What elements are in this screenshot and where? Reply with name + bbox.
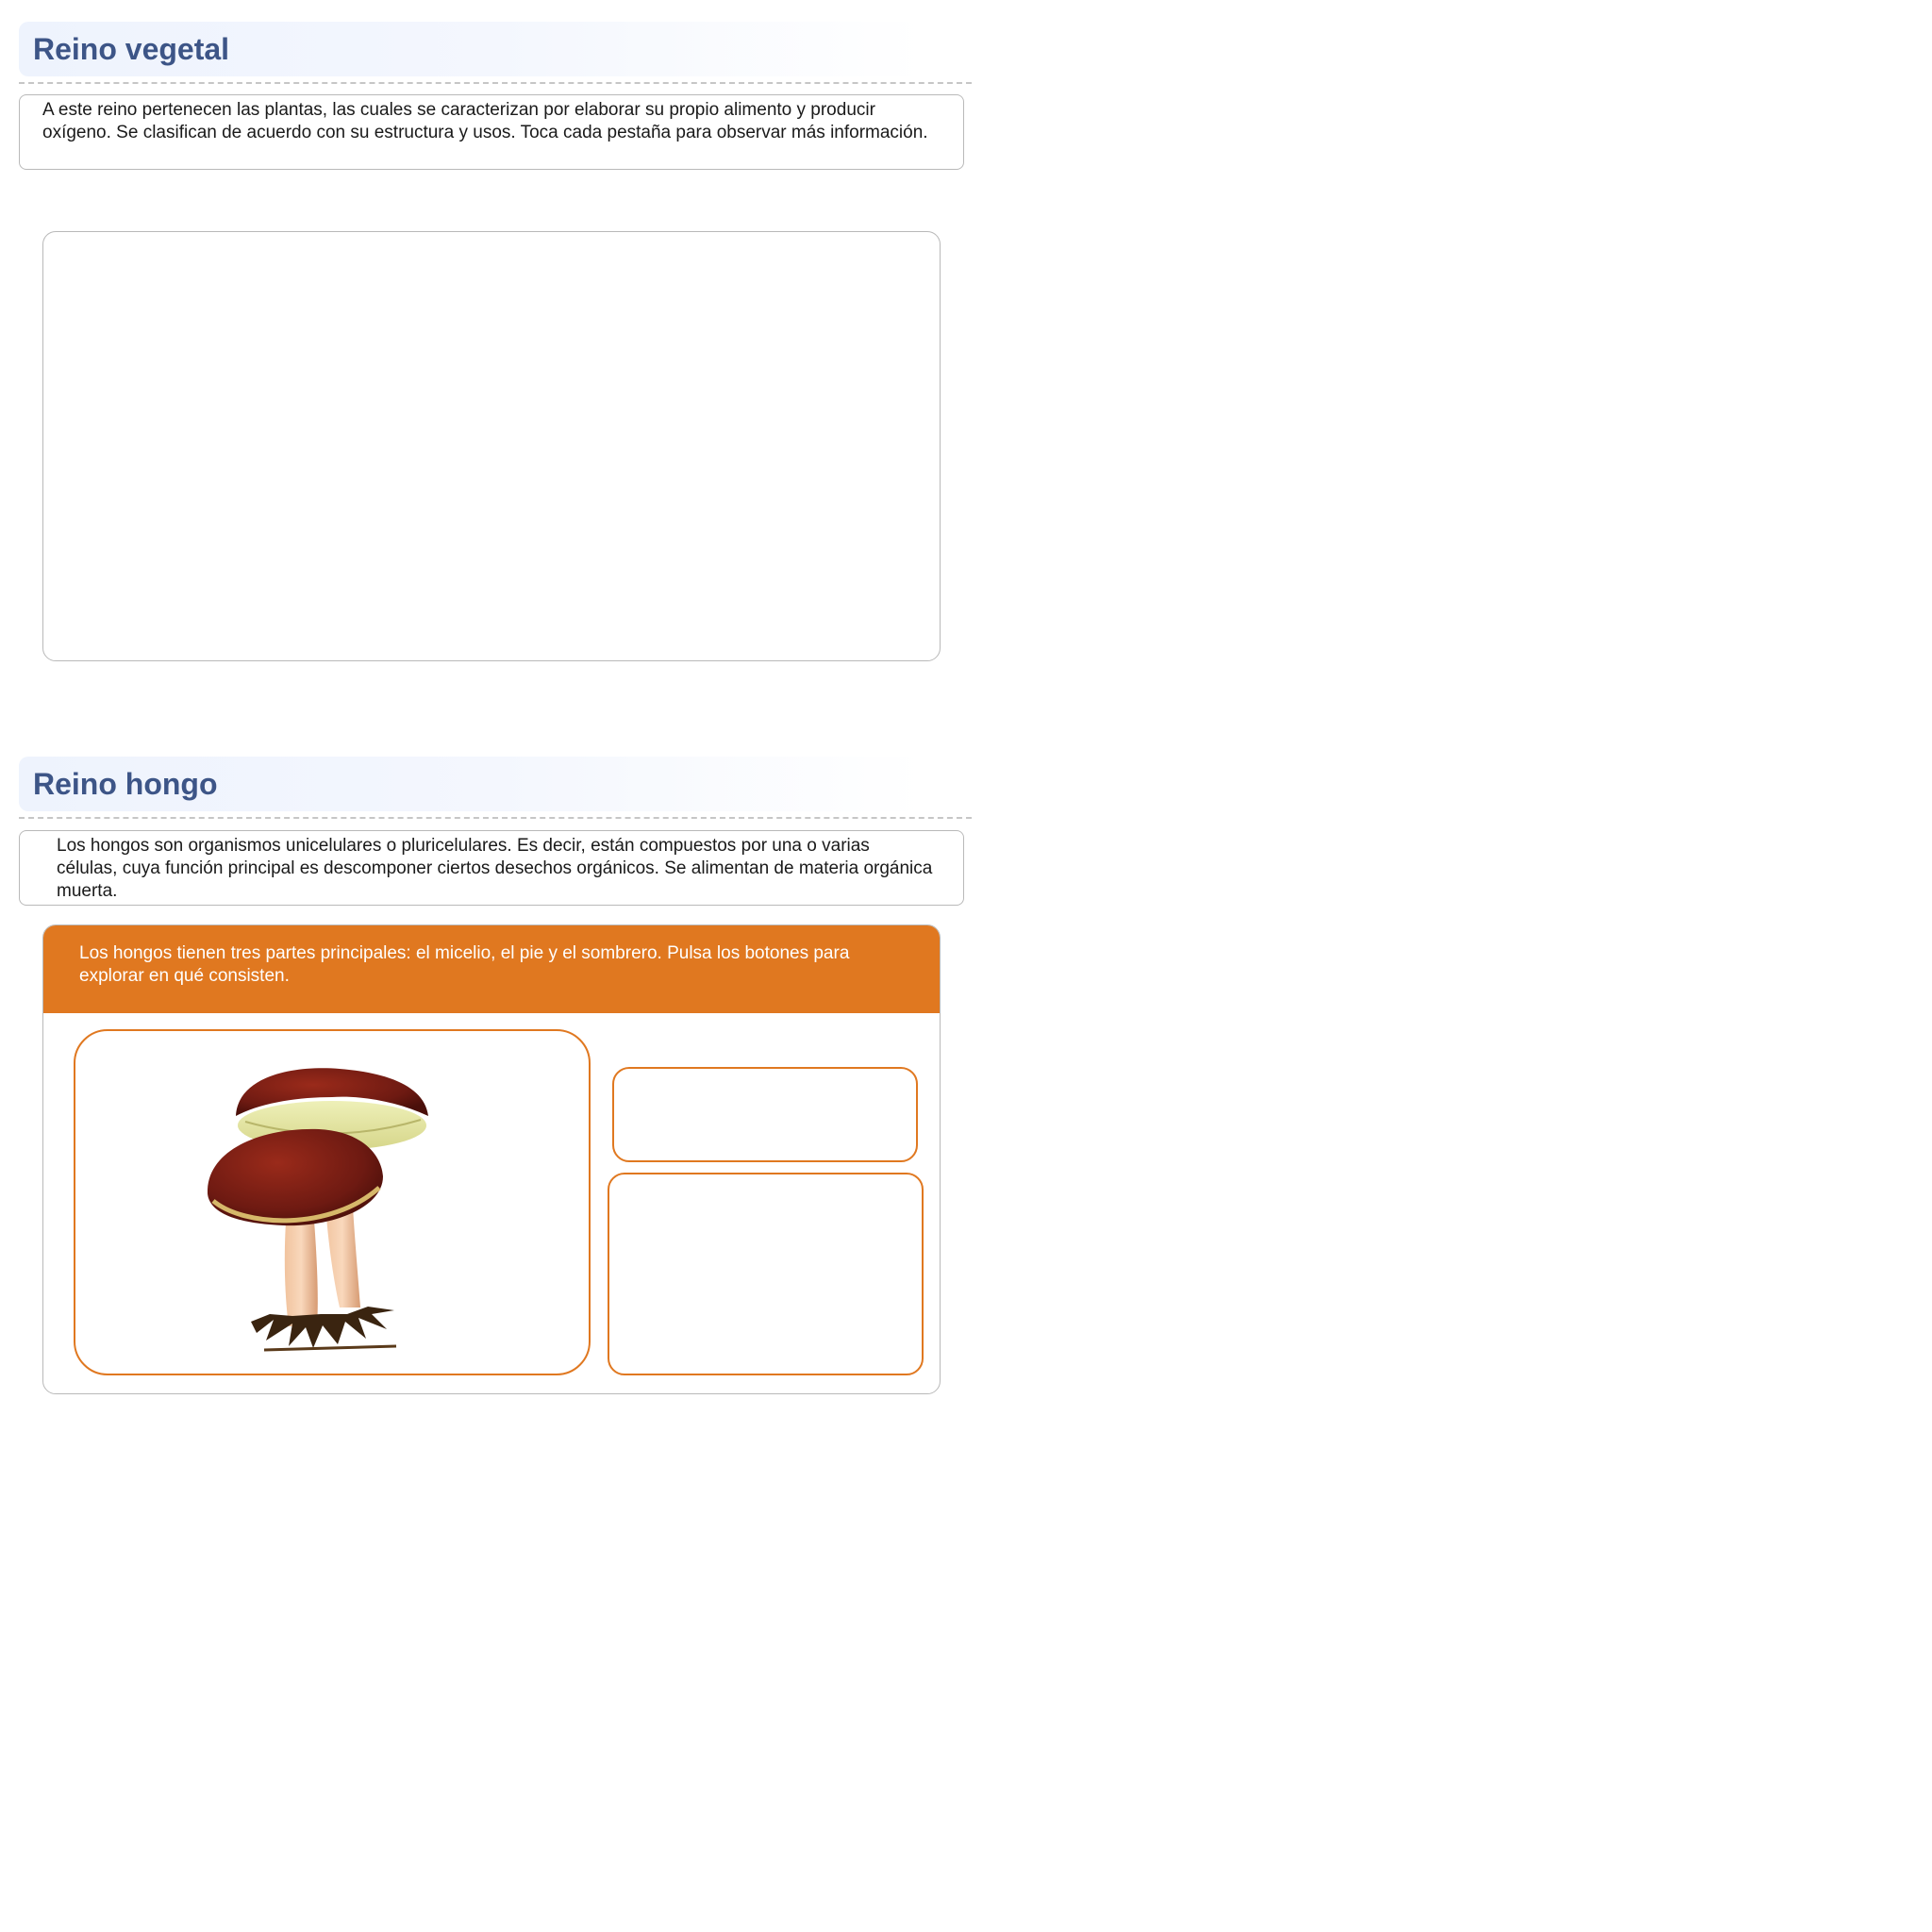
- intro-text: Los hongos son organismos unicelulares o…: [57, 836, 933, 901]
- intro-box-reino-vegetal: A este reino pertenecen las plantas, las…: [19, 94, 964, 170]
- intro-box-reino-hongo: Los hongos son organismos unicelulares o…: [19, 830, 964, 906]
- intro-text: A este reino pertenecen las plantas, las…: [42, 100, 928, 142]
- content-panel-reino-vegetal: [42, 231, 941, 661]
- part-button-top[interactable]: [612, 1067, 918, 1162]
- section-header-reino-hongo: Reino hongo: [19, 757, 972, 811]
- mushroom-illustration-icon: [208, 1068, 428, 1352]
- mushroom-image-frame: [74, 1029, 591, 1375]
- instruction-text: Los hongos tienen tres partes principale…: [79, 943, 850, 986]
- part-button-bottom[interactable]: [608, 1173, 924, 1375]
- section-divider: [19, 82, 972, 84]
- instruction-banner: Los hongos tienen tres partes principale…: [43, 925, 940, 1013]
- section-title: Reino vegetal: [33, 32, 230, 66]
- section-divider: [19, 817, 972, 819]
- section-title: Reino hongo: [33, 767, 218, 801]
- section-header-reino-vegetal: Reino vegetal: [19, 22, 972, 76]
- fungi-parts-panel: Los hongos tienen tres partes principale…: [42, 924, 941, 1394]
